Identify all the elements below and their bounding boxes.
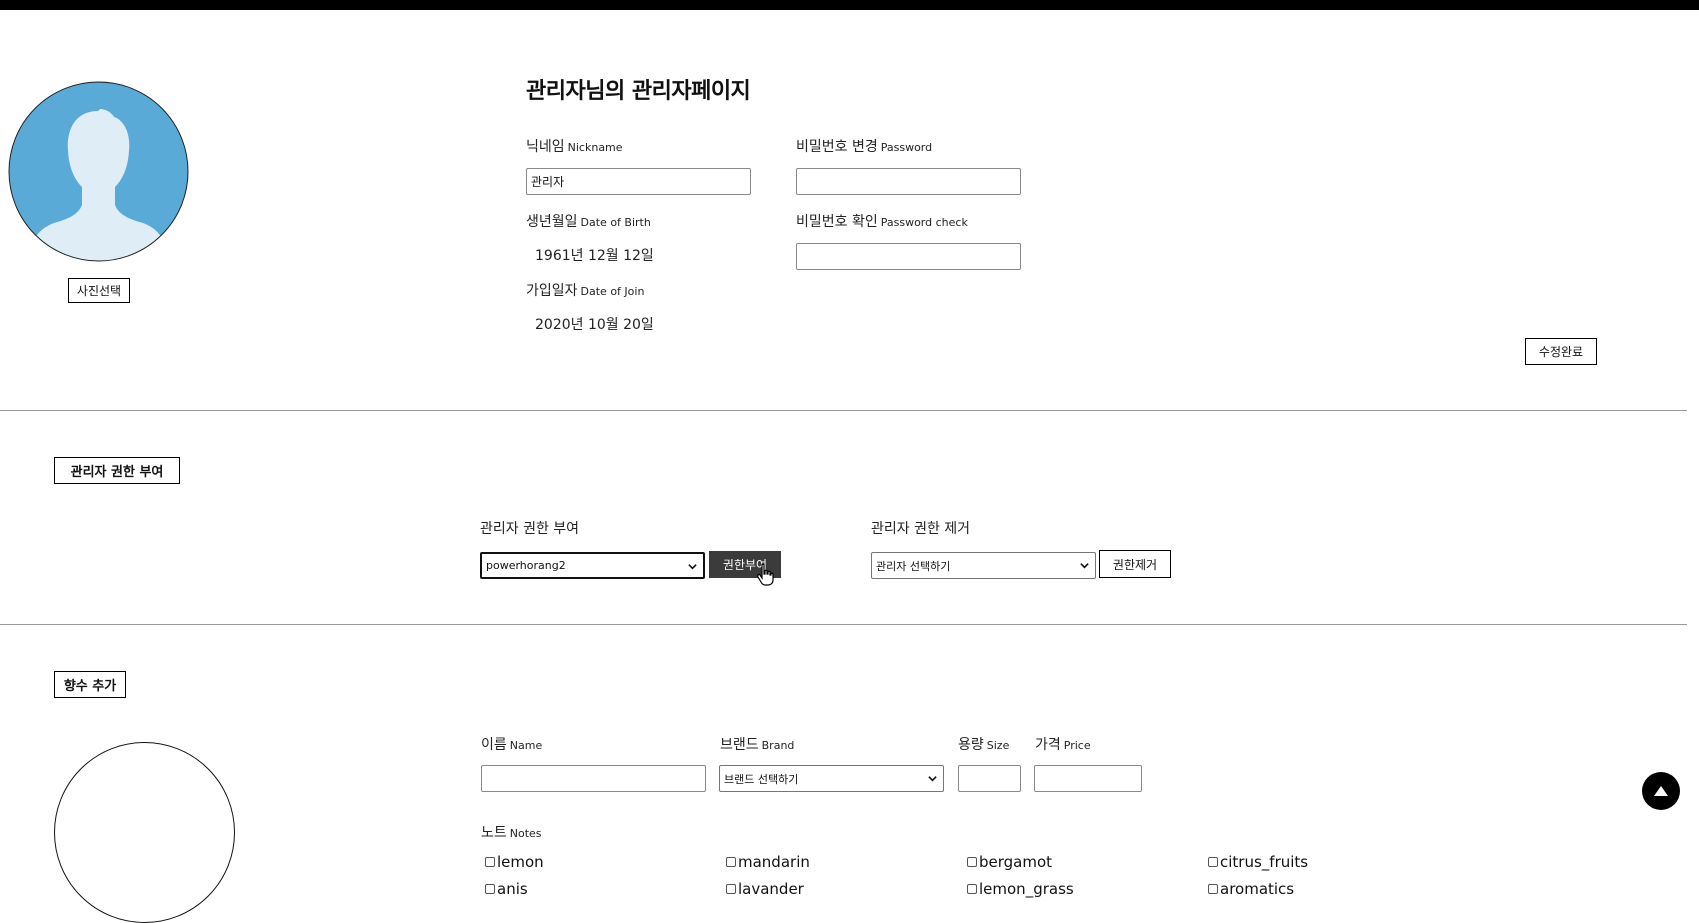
grant-user-select[interactable]: powerhorang2	[480, 552, 705, 579]
divider	[0, 410, 1687, 411]
note-label: bergamot	[979, 853, 1053, 871]
brand-label: 브랜드 Brand	[720, 737, 795, 753]
checkbox[interactable]	[967, 857, 977, 867]
note-checkbox-anis[interactable]: anis	[485, 880, 528, 898]
hand-pointer-icon	[757, 563, 774, 586]
price-label: 가격 Price	[1035, 737, 1091, 753]
nickname-label: 닉네임 Nickname	[526, 139, 623, 155]
checkbox[interactable]	[485, 884, 495, 894]
size-input[interactable]	[958, 765, 1021, 792]
chevron-down-icon	[1080, 563, 1089, 569]
chevron-down-icon	[928, 776, 937, 782]
triangle-up-icon	[1654, 786, 1668, 796]
note-checkbox-bergamot[interactable]: bergamot	[967, 853, 1052, 871]
note-label: aromatics	[1220, 880, 1295, 898]
password-label: 비밀번호 변경 Password	[796, 139, 933, 155]
password-check-label: 비밀번호 확인 Password check	[796, 214, 968, 230]
perfume-add-section-title: 향수 추가	[54, 671, 126, 698]
notes-label: 노트 Notes	[481, 825, 542, 841]
note-label: anis	[497, 880, 528, 898]
note-label: mandarin	[738, 853, 810, 871]
join-value: 2020년 10월 20일	[535, 317, 654, 333]
grant-label: 관리자 권한 부여	[480, 521, 580, 537]
note-label: lavander	[738, 880, 804, 898]
page-title: 관리자님의 관리자페이지	[526, 79, 751, 104]
checkbox[interactable]	[967, 884, 977, 894]
top-bar	[0, 0, 1699, 10]
note-checkbox-lavander[interactable]: lavander	[726, 880, 804, 898]
checkbox[interactable]	[1208, 857, 1218, 867]
price-input[interactable]	[1034, 765, 1142, 792]
note-checkbox-lemon-grass[interactable]: lemon_grass	[967, 880, 1074, 898]
save-button[interactable]: 수정완료	[1525, 338, 1597, 365]
checkbox[interactable]	[1208, 884, 1218, 894]
revoke-button[interactable]: 권한제거	[1099, 550, 1171, 578]
revoke-user-select[interactable]: 관리자 선택하기	[871, 552, 1096, 579]
admin-rights-section-title: 관리자 권한 부여	[54, 457, 180, 484]
name-label: 이름 Name	[481, 737, 543, 753]
checkbox[interactable]	[726, 884, 736, 894]
password-input[interactable]	[796, 168, 1021, 195]
grant-user-select-value: powerhorang2	[486, 559, 566, 572]
brand-select-value: 브랜드 선택하기	[724, 772, 799, 786]
divider	[0, 624, 1687, 625]
revoke-label: 관리자 권한 제거	[871, 521, 971, 537]
birth-label: 생년월일 Date of Birth	[526, 214, 651, 230]
password-check-input[interactable]	[796, 243, 1021, 270]
size-label: 용량 Size	[958, 737, 1010, 753]
note-checkbox-lemon[interactable]: lemon	[485, 853, 544, 871]
note-checkbox-citrus-fruits[interactable]: citrus_fruits	[1208, 853, 1308, 871]
note-label: lemon	[497, 853, 544, 871]
note-checkbox-mandarin[interactable]: mandarin	[726, 853, 810, 871]
birth-value: 1961년 12월 12일	[535, 248, 654, 264]
revoke-user-select-value: 관리자 선택하기	[876, 559, 951, 573]
join-label: 가입일자 Date of Join	[526, 283, 645, 299]
perfume-image-placeholder[interactable]	[54, 742, 235, 923]
note-label: lemon_grass	[979, 880, 1074, 898]
checkbox[interactable]	[726, 857, 736, 867]
note-checkbox-aromatics[interactable]: aromatics	[1208, 880, 1294, 898]
avatar	[8, 81, 189, 262]
note-label: citrus_fruits	[1220, 853, 1309, 871]
checkbox[interactable]	[485, 857, 495, 867]
scroll-top-button[interactable]	[1642, 772, 1680, 810]
name-input[interactable]	[481, 765, 706, 792]
brand-select[interactable]: 브랜드 선택하기	[719, 765, 944, 792]
nickname-input[interactable]	[526, 168, 751, 195]
chevron-down-icon	[688, 564, 697, 570]
photo-select-button[interactable]: 사진선택	[68, 278, 130, 303]
